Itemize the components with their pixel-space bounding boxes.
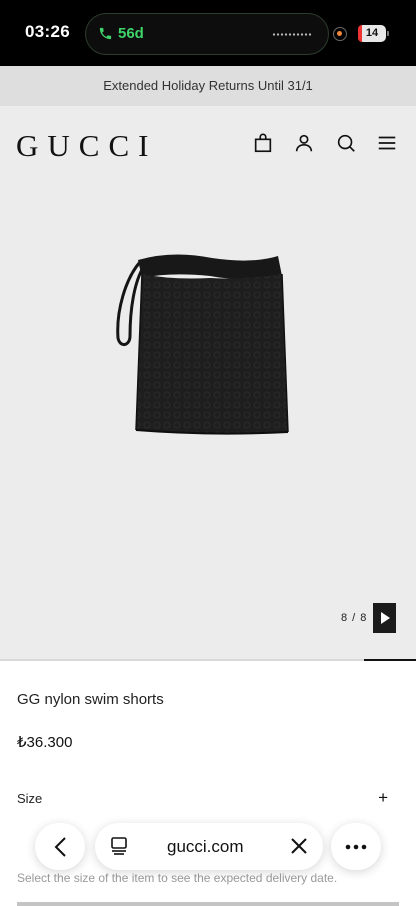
chevron-left-icon (54, 836, 66, 857)
product-gallery[interactable]: 8 / 8 (0, 182, 416, 661)
browser-url-bar[interactable]: gucci.com (95, 823, 323, 870)
url-text: gucci.com (167, 837, 244, 856)
tabs-icon[interactable] (109, 836, 129, 856)
phone-icon (99, 27, 112, 40)
call-duration: 56d (118, 25, 144, 42)
dynamic-island[interactable]: 56d (85, 13, 329, 55)
delivery-note: Select the size of the item to see the e… (17, 871, 338, 885)
size-selector[interactable]: Size + (17, 788, 398, 811)
expand-size-icon[interactable]: + (378, 788, 388, 808)
product-price: ₺36.300 (17, 734, 73, 751)
call-indicator: 56d (98, 25, 144, 42)
product-name: GG nylon swim shorts (17, 691, 164, 708)
site-header: GUCCI (0, 106, 416, 182)
status-time: 03:26 (25, 22, 70, 41)
menu-icon[interactable] (376, 132, 398, 156)
gallery-progress-fill (364, 659, 416, 661)
browser-more-button[interactable] (331, 823, 381, 870)
next-image-button[interactable] (373, 603, 396, 633)
browser-back-button[interactable] (35, 823, 85, 870)
gucci-logo[interactable]: GUCCI (16, 128, 157, 164)
add-to-bag-button-edge[interactable] (17, 902, 399, 906)
shopping-bag-icon[interactable] (252, 132, 274, 156)
account-icon[interactable] (293, 132, 315, 156)
battery-indicator: 14 (358, 25, 389, 42)
status-bar: 03:26 56d 14 (0, 0, 416, 66)
promo-banner[interactable]: Extended Holiday Returns Until 31/1 (0, 66, 416, 106)
product-image[interactable] (112, 220, 298, 438)
play-arrow-icon (380, 612, 390, 624)
audio-waveform-icon (272, 33, 312, 36)
more-dots-icon (345, 844, 367, 849)
gallery-progress-bar (0, 659, 416, 661)
image-counter: 8 / 8 (341, 612, 368, 624)
size-label: Size (17, 791, 43, 806)
search-icon[interactable] (335, 132, 357, 156)
recording-indicator-icon (333, 27, 347, 41)
close-icon[interactable] (287, 834, 311, 858)
